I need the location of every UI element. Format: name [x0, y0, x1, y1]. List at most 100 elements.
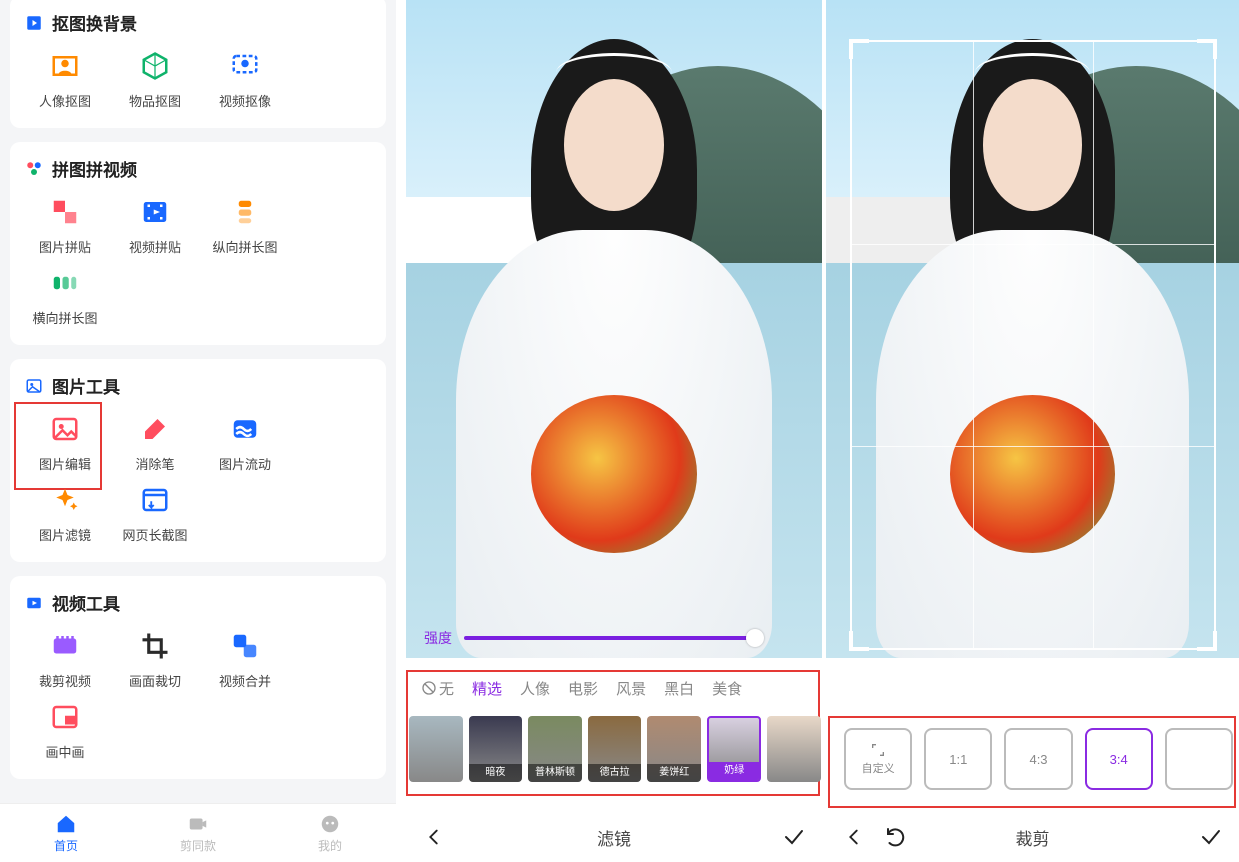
menu-grid: 裁剪视频画面裁切视频合并画中画 — [20, 629, 376, 771]
crop-frame[interactable] — [850, 40, 1216, 650]
crop-confirm-button[interactable] — [1197, 823, 1225, 851]
crop-video[interactable]: 裁剪视频 — [20, 629, 110, 690]
highlight-box-crop — [828, 716, 1236, 808]
filter-editor-panel: 强度 无精选人像电影风景黑白美食 暗夜普林斯顿德古拉姜饼红奶绿 滤镜 — [404, 0, 824, 862]
crop-op-bar: 裁剪 — [826, 812, 1239, 862]
crop-op-title: 裁剪 — [1016, 825, 1050, 850]
filter-strength-row: 强度 — [424, 628, 754, 648]
section-title-label: 拼图拼视频 — [52, 156, 137, 181]
item-label: 纵向拼长图 — [200, 237, 290, 256]
menu-grid: 人像抠图物品抠图视频抠像 — [20, 49, 376, 120]
portrait-cutout-icon — [48, 49, 82, 83]
strength-slider[interactable] — [464, 636, 754, 640]
photo-collage[interactable]: 图片拼贴 — [20, 195, 110, 256]
section-icon — [24, 159, 44, 179]
filter-preview-canvas: 强度 — [406, 0, 822, 658]
item-label: 画中画 — [20, 742, 110, 761]
tab-templates-icon — [187, 813, 209, 835]
photo-flow-icon — [228, 412, 262, 446]
portrait-cutout[interactable]: 人像抠图 — [20, 49, 110, 110]
video-cutout[interactable]: 视频抠像 — [200, 49, 290, 110]
item-label: 网页长截图 — [110, 525, 200, 544]
item-label: 人像抠图 — [20, 91, 110, 110]
item-label: 消除笔 — [110, 454, 200, 473]
item-label: 横向拼长图 — [20, 308, 110, 327]
crop-handle-bl[interactable] — [849, 631, 869, 651]
crop-handle-br[interactable] — [1197, 631, 1217, 651]
item-label: 图片滤镜 — [20, 525, 110, 544]
horizontal-stitch[interactable]: 横向拼长图 — [20, 266, 110, 327]
item-label: 视频合并 — [200, 671, 290, 690]
section-title-label: 视频工具 — [52, 590, 120, 615]
item-label: 裁剪视频 — [20, 671, 110, 690]
pip-icon — [48, 700, 82, 734]
video-collage[interactable]: 视频拼贴 — [110, 195, 200, 256]
tab-home[interactable]: 首页 — [0, 804, 132, 862]
filter-back-button[interactable] — [420, 823, 448, 851]
video-collage-icon — [138, 195, 172, 229]
tab-label: 我的 — [318, 837, 342, 854]
item-label: 图片流动 — [200, 454, 290, 473]
photo-filter[interactable]: 图片滤镜 — [20, 483, 110, 544]
tab-label: 首页 — [54, 837, 78, 854]
menu-section-title: 视频工具 — [20, 590, 376, 615]
menu-grid: 图片编辑消除笔图片流动图片滤镜网页长截图 — [20, 412, 376, 554]
vertical-stitch[interactable]: 纵向拼长图 — [200, 195, 290, 256]
photo-collage-icon — [48, 195, 82, 229]
tab-mine[interactable]: 我的 — [264, 804, 396, 862]
filter-thumb-degula[interactable]: 德古拉 — [588, 716, 642, 782]
menu-section: 图片工具图片编辑消除笔图片流动图片滤镜网页长截图 — [10, 359, 386, 562]
menu-section-title: 抠图换背景 — [20, 10, 376, 35]
tab-label: 剪同款 — [180, 837, 216, 854]
video-cutout-icon — [228, 49, 262, 83]
item-label: 图片拼贴 — [20, 237, 110, 256]
filter-thumb-anye[interactable]: 暗夜 — [469, 716, 523, 782]
section-icon — [24, 593, 44, 613]
eraser-pen[interactable]: 消除笔 — [110, 412, 200, 473]
menu-section-title: 图片工具 — [20, 373, 376, 398]
photo-edit[interactable]: 图片编辑 — [20, 412, 110, 473]
crop-handle-tl[interactable] — [849, 39, 869, 59]
menu-section: 抠图换背景人像抠图物品抠图视频抠像 — [10, 0, 386, 128]
filter-thumb-label: 姜饼红 — [647, 764, 701, 782]
filter-thumb-label: 暗夜 — [469, 764, 523, 782]
filter-confirm-button[interactable] — [780, 823, 808, 851]
horizontal-stitch-icon — [48, 266, 82, 300]
strength-label: 强度 — [424, 628, 452, 648]
bottom-tab-bar: 首页 剪同款 我的 — [0, 804, 396, 862]
menu-panel: 抠图换背景人像抠图物品抠图视频抠像拼图拼视频图片拼贴视频拼贴纵向拼长图横向拼长图… — [0, 0, 396, 862]
tab-home-icon — [55, 813, 77, 835]
filter-thumb-princeton[interactable]: 普林斯顿 — [528, 716, 582, 782]
crop-handle-tr[interactable] — [1197, 39, 1217, 59]
section-icon — [24, 376, 44, 396]
photo-flow[interactable]: 图片流动 — [200, 412, 290, 473]
crop-back-button[interactable] — [840, 823, 868, 851]
filter-lower-panel: 无精选人像电影风景黑白美食 暗夜普林斯顿德古拉姜饼红奶绿 滤镜 — [404, 666, 824, 862]
video-merge[interactable]: 视频合并 — [200, 629, 290, 690]
frame-crop[interactable]: 画面裁切 — [110, 629, 200, 690]
object-cutout[interactable]: 物品抠图 — [110, 49, 200, 110]
tab-templates[interactable]: 剪同款 — [132, 804, 264, 862]
section-icon — [24, 13, 44, 33]
menu-section-title: 拼图拼视频 — [20, 156, 376, 181]
filter-thumb-label: 奶绿 — [709, 762, 759, 780]
crop-rotate-button[interactable] — [882, 823, 910, 851]
video-merge-icon — [228, 629, 262, 663]
filter-thumb-label: 普林斯顿 — [528, 764, 582, 782]
filter-thumb-0[interactable] — [409, 716, 463, 782]
filter-thumb-nailv[interactable]: 奶绿 — [707, 716, 761, 782]
filter-op-title: 滤镜 — [597, 825, 631, 850]
tab-mine-icon — [319, 813, 341, 835]
highlight-box-menu — [14, 402, 102, 490]
pip[interactable]: 画中画 — [20, 700, 110, 761]
frame-crop-icon — [138, 629, 172, 663]
item-label: 视频抠像 — [200, 91, 290, 110]
filter-thumb-6[interactable] — [767, 716, 821, 782]
web-long-screenshot[interactable]: 网页长截图 — [110, 483, 200, 544]
menu-section: 视频工具裁剪视频画面裁切视频合并画中画 — [10, 576, 386, 779]
filter-thumb-label: 德古拉 — [588, 764, 642, 782]
item-label: 画面裁切 — [110, 671, 200, 690]
menu-grid: 图片拼贴视频拼贴纵向拼长图横向拼长图 — [20, 195, 376, 337]
section-title-label: 抠图换背景 — [52, 10, 137, 35]
filter-thumb-jbh[interactable]: 姜饼红 — [647, 716, 701, 782]
